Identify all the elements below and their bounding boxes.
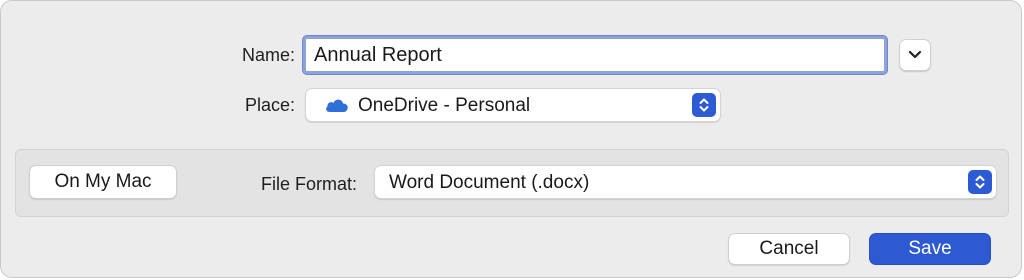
place-label: Place: xyxy=(244,95,295,115)
file-format-stepper xyxy=(968,170,992,194)
expand-dialog-button[interactable] xyxy=(899,39,931,71)
chevron-down-icon xyxy=(908,50,922,59)
save-button[interactable]: Save xyxy=(869,233,991,265)
file-format-selected-value: Word Document (.docx) xyxy=(389,172,590,193)
on-my-mac-button[interactable]: On My Mac xyxy=(29,165,177,199)
file-format-label: File Format: xyxy=(260,174,357,194)
save-dialog: Name: Place: OneDrive - Personal On My M… xyxy=(0,0,1022,278)
up-down-chevron-icon xyxy=(699,98,709,112)
name-input[interactable] xyxy=(303,36,887,74)
file-format-popup[interactable]: Word Document (.docx) xyxy=(374,165,997,199)
place-popup[interactable]: OneDrive - Personal xyxy=(305,88,721,122)
name-label: Name: xyxy=(241,45,295,65)
up-down-chevron-icon xyxy=(975,175,985,189)
place-selected-value: OneDrive - Personal xyxy=(358,95,531,116)
cloud-icon xyxy=(326,99,348,112)
place-stepper xyxy=(692,93,716,117)
cancel-button[interactable]: Cancel xyxy=(728,233,850,265)
